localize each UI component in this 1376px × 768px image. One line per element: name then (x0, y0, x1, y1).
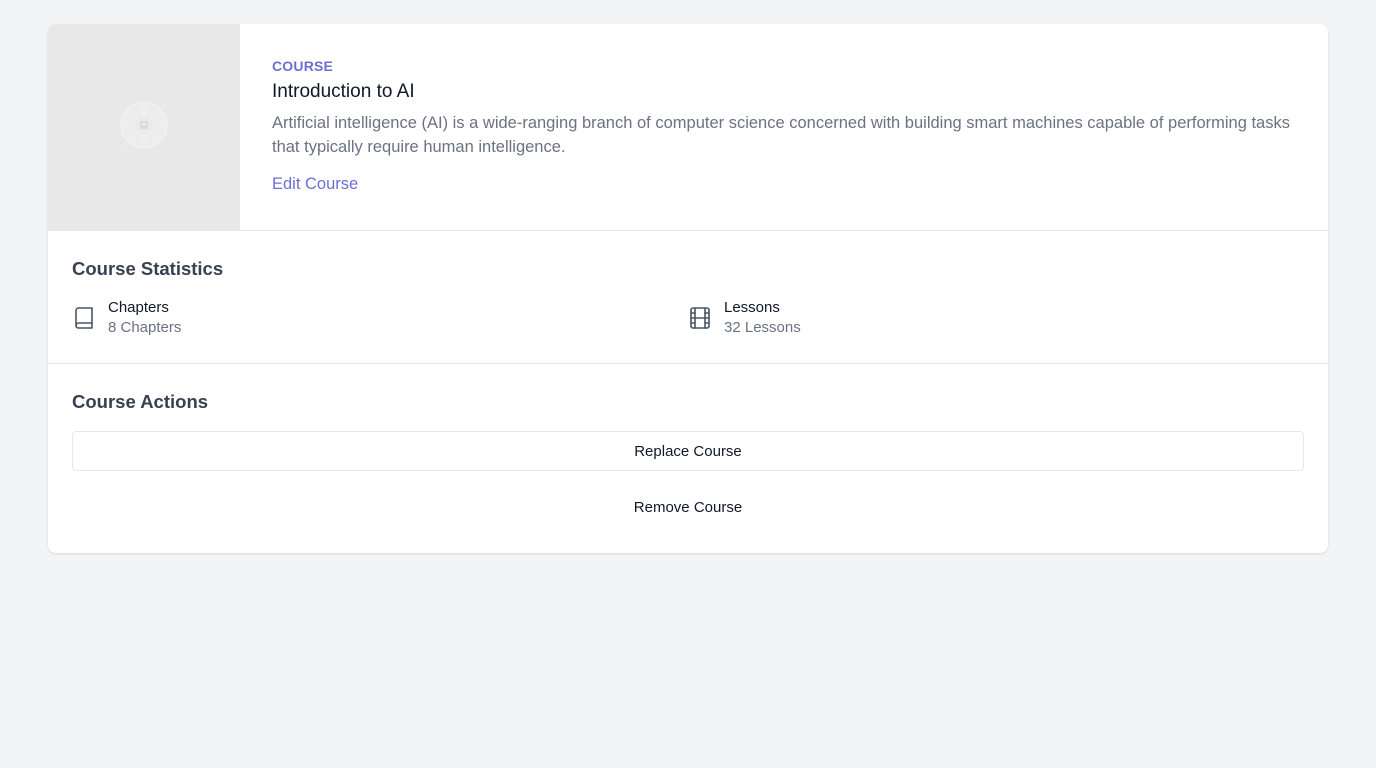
course-thumbnail (48, 24, 240, 231)
statistics-title: Course Statistics (72, 258, 224, 279)
course-description: Artificial intelligence (AI) is a wide-r… (272, 114, 1290, 156)
stat-label: Chapters (108, 299, 169, 316)
stat-value: 32 Lessons (724, 319, 801, 336)
stat-label: Lessons (724, 299, 780, 316)
course-actions-section: Course Actions Replace Course Remove Cou… (48, 364, 1328, 527)
stat-chapters: Chapters 8 Chapters (72, 298, 688, 338)
replace-course-button[interactable]: Replace Course (72, 431, 1304, 471)
stat-lessons: Lessons 32 Lessons (688, 298, 1304, 338)
course-title: Introduction to AI (272, 81, 415, 102)
actions-title: Course Actions (72, 391, 209, 412)
statistics-grid: Chapters 8 Chapters Lessons 32 Lessons (72, 298, 1304, 338)
course-card: COURSE Introduction to AI Artificial int… (48, 24, 1328, 553)
edit-course-link[interactable]: Edit Course (272, 175, 358, 194)
course-info: COURSE Introduction to AI Artificial int… (240, 24, 1328, 230)
book-icon (72, 306, 96, 330)
remove-course-button[interactable]: Remove Course (72, 487, 1304, 527)
course-header: COURSE Introduction to AI Artificial int… (48, 24, 1328, 231)
course-eyebrow: COURSE (272, 58, 334, 74)
course-statistics-section: Course Statistics Chapters 8 Chapters Le… (48, 231, 1328, 364)
image-placeholder-icon (112, 93, 176, 162)
film-icon (688, 306, 712, 330)
stat-value: 8 Chapters (108, 319, 182, 336)
